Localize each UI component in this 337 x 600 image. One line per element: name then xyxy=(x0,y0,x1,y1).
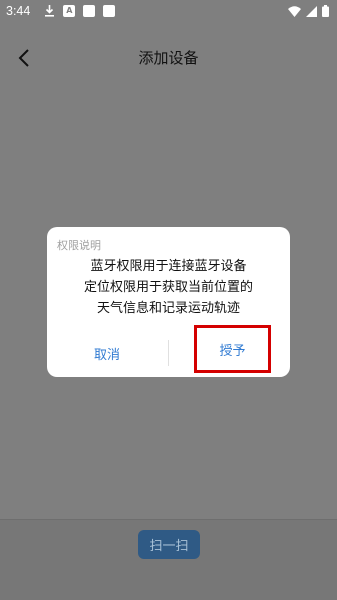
status-icons-right xyxy=(288,5,329,17)
permission-dialog: 权限说明 蓝牙权限用于连接蓝牙设备 定位权限用于获取当前位置的 天气信息和记录运… xyxy=(47,227,290,377)
square-icon xyxy=(83,5,96,17)
wifi-icon xyxy=(288,5,301,17)
status-time: 3:44 xyxy=(6,4,31,18)
dialog-message-line: 定位权限用于获取当前位置的 xyxy=(83,280,253,295)
app-icon: A xyxy=(63,5,76,17)
dialog-message-line: 天气信息和记录运动轨迹 xyxy=(96,301,240,316)
dialog-message-line: 蓝牙权限用于连接蓝牙设备 xyxy=(90,259,247,274)
app-header: 添加设备 xyxy=(0,38,337,78)
scan-button[interactable]: 扫一扫 xyxy=(138,530,200,559)
download-icon xyxy=(44,5,55,17)
square-icon xyxy=(103,5,116,17)
battery-icon xyxy=(322,5,329,17)
grant-button[interactable]: 授予 xyxy=(194,325,271,373)
signal-icon xyxy=(306,5,317,17)
status-icons-left: A xyxy=(44,5,116,17)
button-divider xyxy=(168,340,169,366)
cancel-button[interactable]: 取消 xyxy=(67,337,147,369)
page-title: 添加设备 xyxy=(138,49,199,67)
dialog-title: 权限说明 xyxy=(57,239,101,252)
bottom-bar: 扫一扫 xyxy=(0,519,337,600)
dialog-message: 蓝牙权限用于连接蓝牙设备 定位权限用于获取当前位置的 天气信息和记录运动轨迹 xyxy=(47,256,290,319)
status-bar: 3:44 A xyxy=(0,0,337,22)
